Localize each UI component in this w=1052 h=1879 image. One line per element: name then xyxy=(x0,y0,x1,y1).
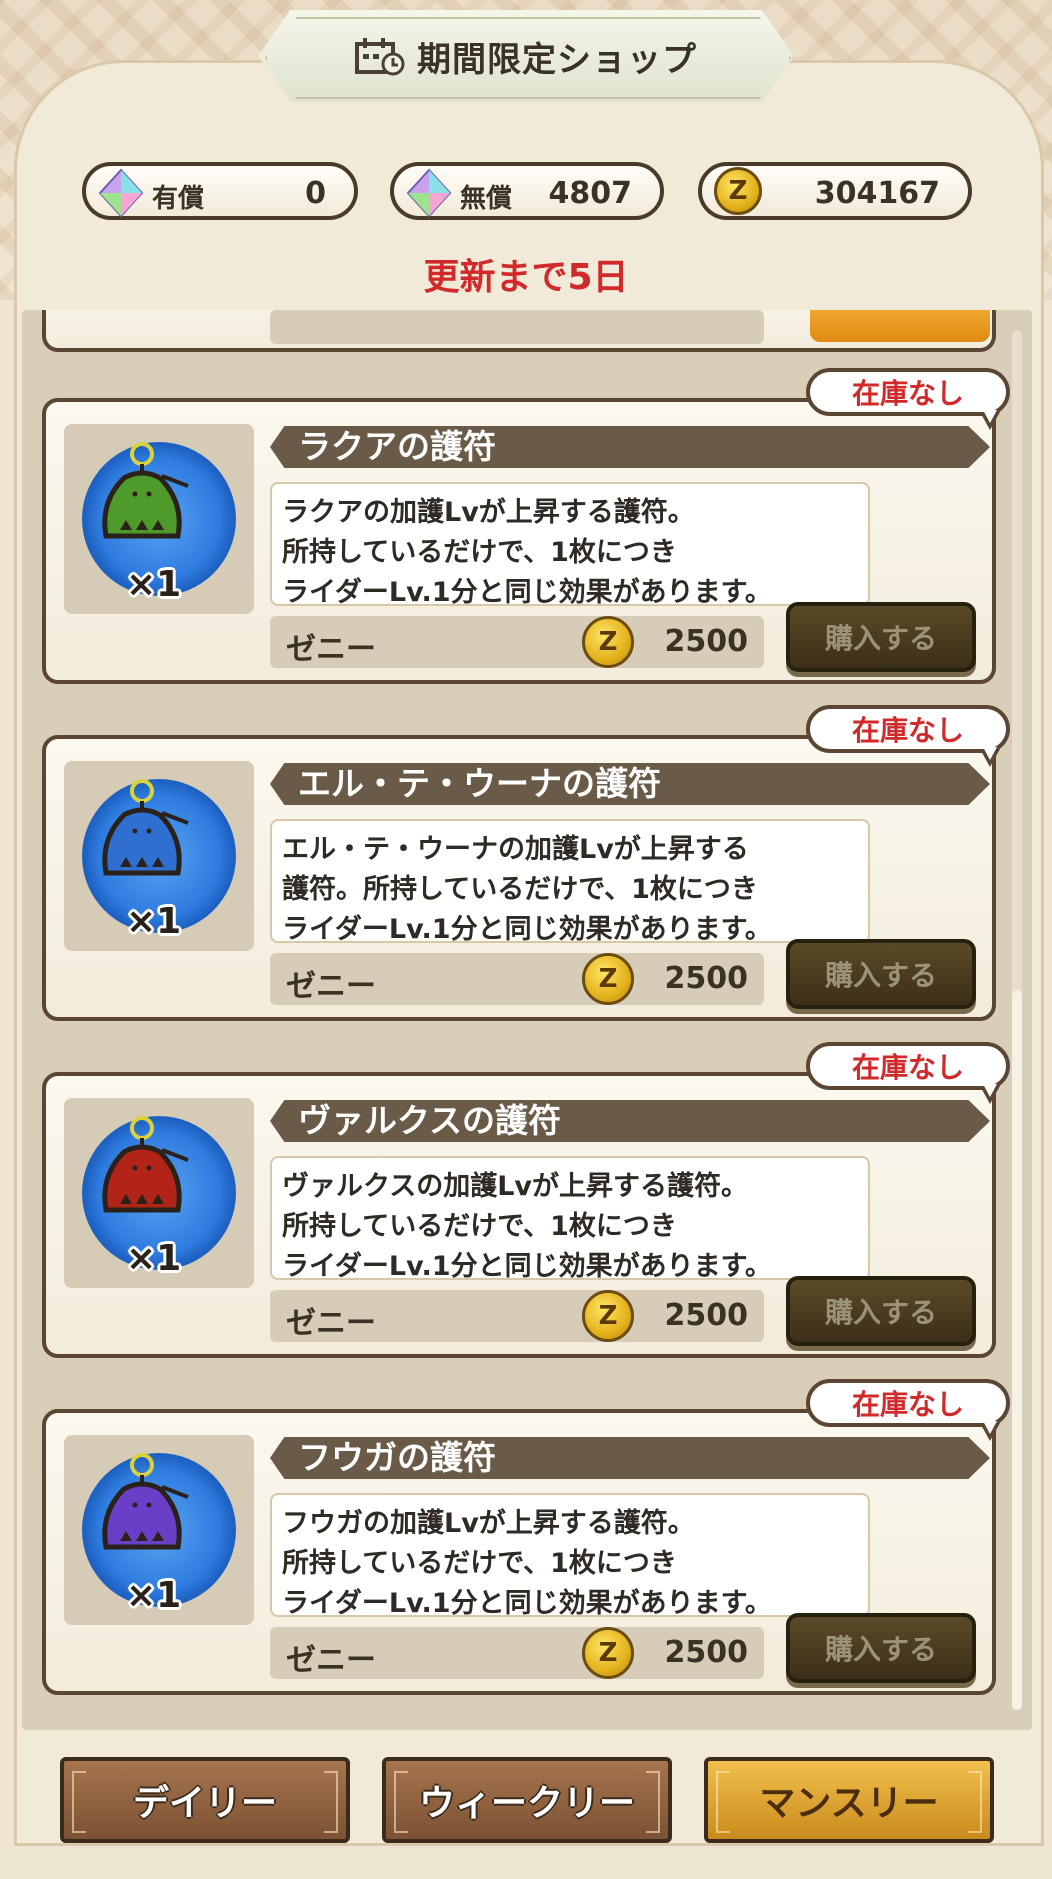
scrollbar[interactable] xyxy=(1012,330,1022,1710)
tab-daily[interactable]: デイリー xyxy=(60,1757,350,1843)
free-crystal-counter: 無償 4807 xyxy=(390,162,664,220)
buy-button-label: 購入する xyxy=(824,622,937,655)
price-value: 2500 xyxy=(664,961,749,996)
item-description-line: ライダーLv.1分と同じ効果があります。 xyxy=(282,577,772,608)
price-bar: ゼニー Z 2500 xyxy=(270,1627,764,1679)
buy-button-label: 購入する xyxy=(824,959,937,992)
item-quantity: ×1 xyxy=(126,1575,182,1616)
charm-bag-icon xyxy=(102,1453,189,1550)
item-description-line: 所持しているだけで、1枚につき xyxy=(282,1211,677,1242)
item-quantity: ×1 xyxy=(126,901,182,942)
tab-weekly[interactable]: ウィークリー xyxy=(382,1757,672,1843)
crystal-gem-icon xyxy=(404,168,454,218)
item-description-line: 所持しているだけで、1枚につき xyxy=(282,537,677,568)
item-description-line: 所持しているだけで、1枚につき xyxy=(282,1548,677,1579)
item-description: ラクアの加護Lvが上昇する護符。 所持しているだけで、1枚につき ライダーLv.… xyxy=(270,482,870,608)
out-of-stock-badge: 在庫なし xyxy=(806,705,1010,753)
badge-tail-fill xyxy=(983,1421,997,1434)
crystal-gem-icon xyxy=(96,168,146,218)
charm-bag-icon xyxy=(102,442,189,539)
zenny-coin-icon: Z xyxy=(582,1290,634,1342)
item-list[interactable]: 在庫なし ×1 ラクアの護符 ラクアの加護Lvが上昇する護符。 所持しているだけ… xyxy=(22,310,1032,1730)
zenny-coin-icon: Z xyxy=(582,616,634,668)
zenny-coin-icon: Z xyxy=(714,167,762,215)
tab-daily-label: デイリー xyxy=(132,1783,277,1824)
price-bar: ゼニー Z 2500 xyxy=(270,616,764,668)
paid-crystal-value: 0 xyxy=(305,176,326,211)
paid-crystal-label: 有償 xyxy=(152,184,205,214)
buy-button[interactable]: 購入する xyxy=(786,1276,976,1346)
buy-button[interactable]: 購入する xyxy=(786,1613,976,1683)
item-description-line: 護符。所持しているだけで、1枚につき xyxy=(282,874,758,905)
item-name: フウガの護符 xyxy=(298,1438,496,1477)
price-currency-label: ゼニー xyxy=(286,1306,376,1341)
buy-button-partial[interactable] xyxy=(810,310,990,342)
calendar-clock-icon xyxy=(355,36,405,76)
item-quantity: ×1 xyxy=(126,564,182,605)
item-card: 在庫なし ×1 ラクアの護符 ラクアの加護Lvが上昇する護符。 所持しているだけ… xyxy=(42,368,1010,684)
zenny-value: 304167 xyxy=(814,176,940,211)
badge-tail-fill xyxy=(983,410,997,423)
page-title: 期間限定ショップ xyxy=(417,39,697,80)
item-description-line: ライダーLv.1分と同じ効果があります。 xyxy=(282,914,772,945)
item-card: 在庫なし ×1 フウガの護符 フウガの加護Lvが上昇する護符。 所持しているだけ… xyxy=(42,1379,1010,1695)
zenny-coin-icon: Z xyxy=(582,953,634,1005)
title-row: 期間限定ショップ xyxy=(258,10,794,102)
item-name: ヴァルクスの護符 xyxy=(298,1101,562,1140)
charm-bag-icon xyxy=(102,779,189,876)
item-description: フウガの加護Lvが上昇する護符。 所持しているだけで、1枚につき ライダーLv.… xyxy=(270,1493,870,1619)
zenny-coin-icon: Z xyxy=(582,1627,634,1679)
badge-tail-fill xyxy=(983,1084,997,1097)
item-thumbnail: ×1 xyxy=(64,761,254,951)
refresh-countdown: 更新まで5日 xyxy=(423,257,629,298)
item-card: 在庫なし ×1 エル・テ・ウーナの護符 エル・テ・ウーナの加護Lvが上昇する 護… xyxy=(42,705,1010,1021)
item-card-partial xyxy=(42,310,996,352)
price-currency-label: ゼニー xyxy=(286,1643,376,1678)
price-currency-label: ゼニー xyxy=(286,632,376,667)
out-of-stock-badge: 在庫なし xyxy=(806,368,1010,416)
tab-monthly-label: マンスリー xyxy=(759,1783,939,1824)
badge-tail-fill xyxy=(983,747,997,760)
tab-monthly[interactable]: マンスリー xyxy=(704,1757,994,1843)
price-value: 2500 xyxy=(664,624,749,659)
item-description-line: フウガの加護Lvが上昇する護符。 xyxy=(282,1508,695,1539)
item-description: エル・テ・ウーナの加護Lvが上昇する 護符。所持しているだけで、1枚につき ライ… xyxy=(270,819,870,945)
item-description-line: ヴァルクスの加護Lvが上昇する護符。 xyxy=(282,1171,748,1202)
price-bar-partial xyxy=(270,310,764,344)
item-description-line: ライダーLv.1分と同じ効果があります。 xyxy=(282,1251,772,1282)
item-description-line: ラクアの加護Lvが上昇する護符。 xyxy=(282,497,695,528)
buy-button[interactable]: 購入する xyxy=(786,602,976,672)
buy-button[interactable]: 購入する xyxy=(786,939,976,1009)
price-bar: ゼニー Z 2500 xyxy=(270,953,764,1005)
item-description: ヴァルクスの加護Lvが上昇する護符。 所持しているだけで、1枚につき ライダーL… xyxy=(270,1156,870,1282)
item-card: 在庫なし ×1 ヴァルクスの護符 ヴァルクスの加護Lvが上昇する護符。 所持して… xyxy=(42,1042,1010,1358)
item-name: エル・テ・ウーナの護符 xyxy=(298,764,661,803)
free-crystal-value: 4807 xyxy=(548,176,633,211)
item-description-line: ライダーLv.1分と同じ効果があります。 xyxy=(282,1588,772,1619)
price-bar: ゼニー Z 2500 xyxy=(270,1290,764,1342)
item-thumbnail: ×1 xyxy=(64,1435,254,1625)
buy-button-label: 購入する xyxy=(824,1633,937,1666)
price-value: 2500 xyxy=(664,1635,749,1670)
price-currency-label: ゼニー xyxy=(286,969,376,1004)
item-thumbnail: ×1 xyxy=(64,424,254,614)
zenny-counter: Z 304167 xyxy=(698,162,972,220)
item-quantity: ×1 xyxy=(126,1238,182,1279)
item-name: ラクアの護符 xyxy=(298,427,496,466)
item-thumbnail: ×1 xyxy=(64,1098,254,1288)
tab-weekly-label: ウィークリー xyxy=(418,1783,635,1824)
item-description-line: エル・テ・ウーナの加護Lvが上昇する xyxy=(282,834,749,865)
price-value: 2500 xyxy=(664,1298,749,1333)
out-of-stock-badge: 在庫なし xyxy=(806,1379,1010,1427)
buy-button-label: 購入する xyxy=(824,1296,937,1329)
scrollbar-thumb[interactable] xyxy=(1012,990,1022,1710)
paid-crystal-counter: 有償 0 xyxy=(82,162,358,220)
out-of-stock-badge: 在庫なし xyxy=(806,1042,1010,1090)
free-crystal-label: 無償 xyxy=(460,184,513,214)
charm-bag-icon xyxy=(102,1116,189,1213)
